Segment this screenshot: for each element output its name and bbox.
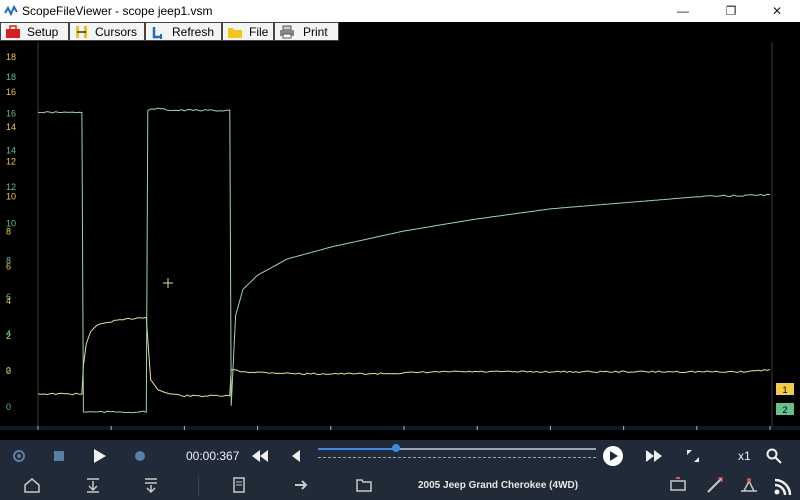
y-tick-green: 8	[6, 255, 11, 265]
y-tick-green: 6	[6, 292, 11, 302]
print-label: Print	[303, 25, 328, 39]
y-tick-yellow: 14	[6, 122, 16, 132]
title-bar: ScopeFileViewer - scope jeep1.vsm — ❐ ✕	[0, 0, 800, 22]
channel-marker-label: 1	[782, 385, 787, 395]
close-button[interactable]: ✕	[754, 0, 800, 22]
folder-icon[interactable]	[356, 477, 372, 493]
y-tick-yellow: 12	[6, 157, 16, 167]
fast-forward-icon[interactable]	[646, 450, 662, 462]
wifi-icon[interactable]	[772, 475, 792, 495]
maximize-button[interactable]: ❐	[708, 0, 754, 22]
printer-icon	[280, 25, 294, 39]
cursors-button[interactable]: Cursors	[69, 22, 145, 41]
playback-bar: 00:00:367 x1	[0, 440, 800, 472]
y-tick-green: 18	[6, 72, 16, 82]
home-icon[interactable]	[24, 477, 40, 493]
window-title: ScopeFileViewer - scope jeep1.vsm	[22, 4, 213, 18]
play-circle-icon[interactable]	[602, 445, 624, 467]
step-back-icon[interactable]	[292, 450, 300, 462]
zoom-level: x1	[738, 449, 751, 463]
time-readout: 00:00:367	[186, 449, 240, 463]
refresh-icon	[152, 27, 162, 39]
trace-channel-1	[37, 316, 771, 398]
position-slider-thumb[interactable]	[391, 444, 400, 452]
divider	[198, 476, 199, 496]
y-tick-yellow: 18	[6, 52, 16, 62]
print-button[interactable]: Print	[274, 22, 339, 41]
stop-icon[interactable]	[54, 451, 64, 461]
refresh-button[interactable]: Refresh	[145, 22, 222, 41]
y-tick-green: 14	[6, 145, 16, 155]
report-icon[interactable]	[232, 477, 248, 493]
setup-label: Setup	[27, 25, 59, 39]
trace-channel-2	[37, 107, 771, 414]
vehicle-label: 2005 Jeep Grand Cherokee (4WD)	[418, 480, 579, 491]
y-tick-green: 16	[6, 109, 16, 119]
scroll-down-icon[interactable]	[86, 477, 100, 493]
play-icon[interactable]	[94, 449, 106, 463]
channel-marker-label: 2	[782, 405, 787, 415]
search-icon[interactable]	[766, 448, 782, 464]
minimize-button[interactable]: —	[660, 0, 706, 22]
record-icon[interactable]	[134, 450, 146, 462]
cursors-icon	[76, 26, 87, 38]
app-logo-icon	[4, 4, 18, 17]
collapse-icon[interactable]	[144, 477, 158, 493]
transfer-icon[interactable]	[294, 477, 310, 493]
time-axis-band	[0, 426, 800, 430]
crosshair-cursor[interactable]	[163, 278, 173, 288]
folder-icon	[228, 28, 242, 38]
cursors-label: Cursors	[95, 25, 138, 39]
refresh-label: Refresh	[172, 25, 215, 39]
y-tick-green: 4	[6, 329, 11, 339]
position-slider-fill	[318, 448, 396, 450]
file-button[interactable]: File	[222, 22, 274, 41]
y-tick-green: 10	[6, 219, 16, 229]
camera-icon[interactable]	[10, 448, 28, 464]
rewind-icon[interactable]	[252, 450, 268, 462]
probe-icon[interactable]	[706, 476, 724, 494]
status-bar: 2005 Jeep Grand Cherokee (4WD)	[0, 472, 800, 500]
setup-button[interactable]: Setup	[0, 22, 69, 41]
y-tick-green: 12	[6, 182, 16, 192]
y-tick-green: 2	[6, 365, 11, 375]
y-tick-yellow: 16	[6, 87, 16, 97]
toolbox-icon	[6, 25, 20, 38]
y-tick-green: 0	[6, 402, 11, 412]
scope-chart[interactable]: 024681012141618024681012141618 0.00.51.0…	[0, 42, 800, 430]
y-tick-yellow: 10	[6, 192, 16, 202]
range-indicator	[318, 457, 596, 458]
fit-icon[interactable]	[686, 449, 700, 463]
file-label: File	[249, 25, 269, 39]
keyboard-icon[interactable]	[670, 477, 686, 493]
lift-icon[interactable]	[740, 477, 758, 493]
